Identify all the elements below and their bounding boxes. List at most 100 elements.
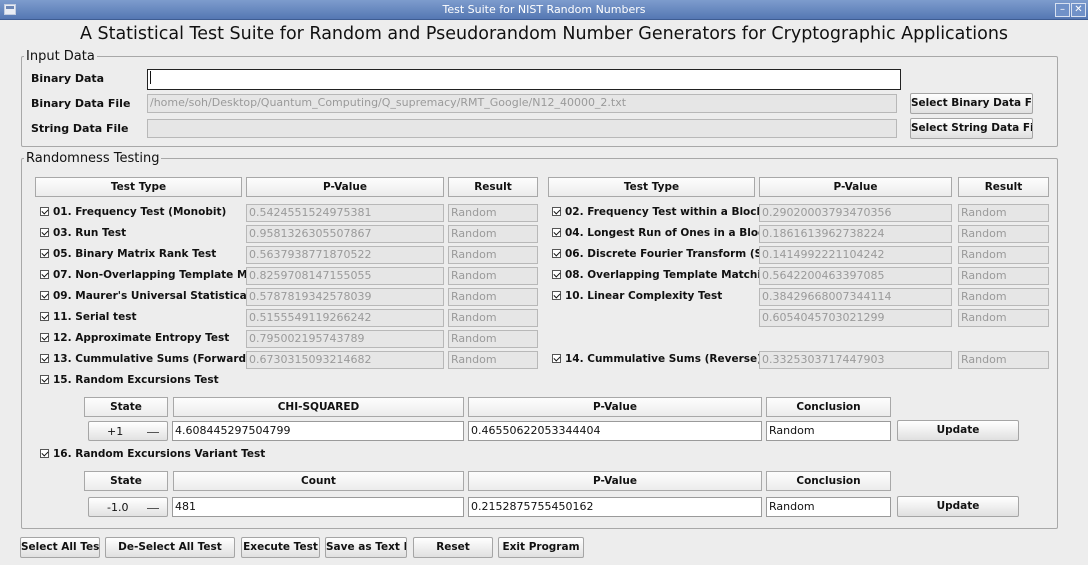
test-checkbox[interactable]: 08. Overlapping Template Matching Test [552, 267, 759, 283]
close-icon[interactable]: ✕ [1071, 3, 1086, 17]
randomness-testing-legend: Randomness Testing [26, 151, 160, 166]
header-conclusion: Conclusion [766, 471, 891, 491]
chi-squared-field: 4.608445297504799 [172, 421, 464, 441]
header-p-value: P-Value [468, 397, 762, 417]
result-field: Random [958, 267, 1049, 285]
test-name: 04. Longest Run of Ones in a Block [565, 227, 759, 239]
result-field: Random [448, 204, 538, 222]
test-name: 10. Linear Complexity Test [565, 290, 723, 302]
state-dropdown[interactable]: -1.0 [88, 497, 168, 517]
execute-test-button[interactable]: Execute Test [241, 537, 320, 558]
binary-data-label: Binary Data [31, 72, 105, 85]
result-field: Random [448, 225, 538, 243]
exit-program-button[interactable]: Exit Program [498, 537, 584, 558]
test-name: 05. Binary Matrix Rank Test [53, 248, 217, 260]
header-p-value: P-Value [468, 471, 762, 491]
test-checkbox[interactable]: 15. Random Excursions Test [40, 372, 340, 388]
test-checkbox[interactable]: 01. Frequency Test (Monobit) [40, 204, 246, 220]
minimize-icon[interactable]: – [1055, 3, 1070, 17]
test-checkbox[interactable]: 02. Frequency Test within a Block [552, 204, 759, 220]
header-result-left: Result [448, 177, 538, 197]
select-string-data-file-button[interactable]: Select String Data File [910, 118, 1033, 139]
rev-conclusion-field: Random [766, 497, 891, 517]
checkbox-checked-icon [40, 449, 49, 458]
test-checkbox[interactable]: 11. Serial test [40, 309, 246, 325]
test-checkbox[interactable]: 05. Binary Matrix Rank Test [40, 246, 246, 262]
deselect-all-test-button[interactable]: De-Select All Test [105, 537, 235, 558]
title-bar: Test Suite for NIST Random Numbers – ✕ [0, 0, 1088, 20]
p-value-field: 0.1414992221104242 [759, 246, 952, 264]
result-field: Random [958, 246, 1049, 264]
header-p-value-right: P-Value [759, 177, 952, 197]
checkbox-checked-icon [552, 270, 561, 279]
test-checkbox[interactable]: 07. Non-Overlapping Template Matching Te… [40, 267, 246, 283]
header-p-value-left: P-Value [246, 177, 444, 197]
test-name: 06. Discrete Fourier Transform (Spectral… [565, 248, 759, 260]
test-name: 16. Random Excursions Variant Test [53, 448, 266, 460]
result-field: Random [448, 246, 538, 264]
checkbox-checked-icon [40, 228, 49, 237]
result-field: Random [448, 267, 538, 285]
dropdown-arrow-icon [147, 508, 159, 509]
p-value-field: 0.5787819342578039 [246, 288, 444, 306]
test-name: 11. Serial test [53, 311, 137, 323]
save-as-text-file-button[interactable]: Save as Text File [325, 537, 407, 558]
update-button[interactable]: Update [897, 420, 1019, 441]
p-value-field: 0.795002195743789 [246, 330, 444, 348]
header-conclusion: Conclusion [766, 397, 891, 417]
binary-data-file-label: Binary Data File [31, 97, 131, 110]
checkbox-checked-icon [552, 249, 561, 258]
header-result-right: Result [958, 177, 1049, 197]
update-button[interactable]: Update [897, 496, 1019, 517]
result-field: Random [958, 309, 1049, 327]
test-checkbox[interactable]: 04. Longest Run of Ones in a Block [552, 225, 759, 241]
binary-data-file-field[interactable]: /home/soh/Desktop/Quantum_Computing/Q_su… [147, 94, 897, 113]
checkbox-checked-icon [552, 228, 561, 237]
re-p-value-field: 0.46550622053344404 [468, 421, 762, 441]
result-field: Random [958, 351, 1049, 369]
result-field: Random [958, 225, 1049, 243]
test-name: 03. Run Test [53, 227, 127, 239]
test-checkbox[interactable]: 14. Cummulative Sums (Reverse) Test [552, 351, 759, 367]
checkbox-checked-icon [40, 270, 49, 279]
header-chi-squared: CHI-SQUARED [173, 397, 464, 417]
test-name: 08. Overlapping Template Matching Test [565, 269, 759, 281]
test-name: 15. Random Excursions Test [53, 374, 219, 386]
test-checkbox[interactable]: 10. Linear Complexity Test [552, 288, 759, 304]
result-field: Random [448, 330, 538, 348]
test-checkbox[interactable]: 06. Discrete Fourier Transform (Spectral… [552, 246, 759, 262]
result-field: Random [448, 351, 538, 369]
checkbox-checked-icon [552, 354, 561, 363]
string-data-file-field[interactable] [147, 119, 897, 138]
select-all-test-button[interactable]: Select All Test [20, 537, 100, 558]
result-field: Random [448, 288, 538, 306]
p-value-field: 0.5642200463397085 [759, 267, 952, 285]
checkbox-checked-icon [40, 375, 49, 384]
test-checkbox[interactable]: 13. Cummulative Sums (Forward) Test [40, 351, 246, 367]
text-caret [150, 70, 151, 84]
p-value-field: 0.9581326305507867 [246, 225, 444, 243]
p-value-field: 0.6054045703021299 [759, 309, 952, 327]
binary-data-input[interactable] [147, 69, 901, 90]
p-value-field: 0.3325303717447903 [759, 351, 952, 369]
test-checkbox[interactable]: 12. Approximate Entropy Test [40, 330, 246, 346]
reset-button[interactable]: Reset [413, 537, 493, 558]
test-checkbox[interactable]: 03. Run Test [40, 225, 246, 241]
result-field: Random [958, 288, 1049, 306]
checkbox-checked-icon [552, 291, 561, 300]
window-title: Test Suite for NIST Random Numbers [442, 3, 646, 16]
header-test-type-left: Test Type [35, 177, 242, 197]
re-conclusion-field: Random [766, 421, 891, 441]
test-name: 01. Frequency Test (Monobit) [53, 206, 227, 218]
state-dropdown[interactable]: +1 [88, 421, 168, 441]
test-checkbox[interactable]: 16. Random Excursions Variant Test [40, 446, 340, 462]
p-value-field: 0.38429668007344114 [759, 288, 952, 306]
test-checkbox[interactable]: 09. Maurer's Universal Statistical test [40, 288, 246, 304]
test-name: 13. Cummulative Sums (Forward) Test [53, 353, 246, 365]
header-state: State [84, 397, 168, 417]
p-value-field: 0.5155549119266242 [246, 309, 444, 327]
p-value-field: 0.8259708147155055 [246, 267, 444, 285]
string-data-file-label: String Data File [31, 122, 129, 135]
select-binary-data-file-button[interactable]: Select Binary Data File [910, 93, 1033, 114]
test-name: 02. Frequency Test within a Block [565, 206, 759, 218]
